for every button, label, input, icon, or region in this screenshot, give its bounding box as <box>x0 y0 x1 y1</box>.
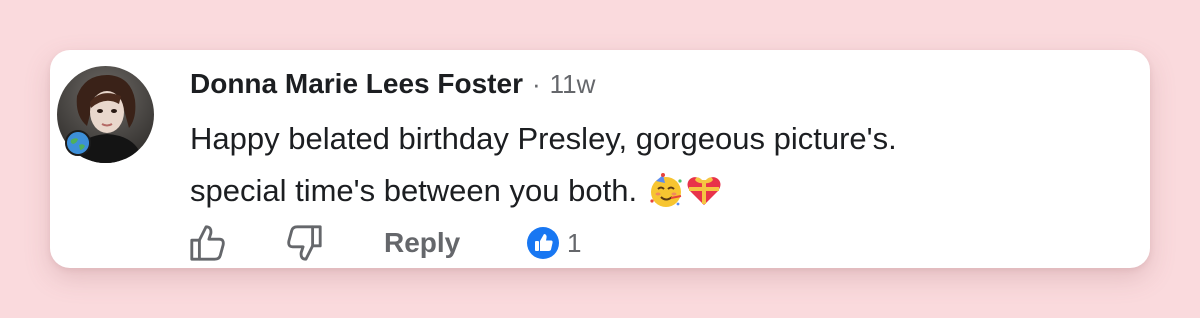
comment-card: Donna Marie Lees Foster · 11w Happy bela… <box>50 50 1150 268</box>
separator-dot: · <box>531 69 541 99</box>
comment-text-line-2: special time's between you both. <box>190 173 638 208</box>
comment-header: Donna Marie Lees Foster · 11w <box>190 68 595 100</box>
heart-with-ribbon-emoji-icon <box>687 177 721 205</box>
partying-face-emoji-icon <box>650 173 682 207</box>
like-button[interactable] <box>188 222 226 264</box>
comment-text-line-1: Happy belated birthday Presley, gorgeous… <box>190 121 897 156</box>
reply-label: Reply <box>384 227 461 258</box>
like-reaction-badge-icon <box>527 227 559 259</box>
reaction-count: 1 <box>567 227 582 258</box>
dislike-button[interactable] <box>286 222 324 264</box>
globe-icon <box>65 130 91 156</box>
avatar-container[interactable] <box>57 66 154 163</box>
comment-text: Happy belated birthday Presley, gorgeous… <box>190 113 1090 217</box>
thumbs-down-outline-icon <box>287 225 322 261</box>
author-name[interactable]: Donna Marie Lees Foster <box>190 68 523 100</box>
reply-button[interactable]: Reply <box>384 222 460 264</box>
comment-actions: Reply 1 <box>188 222 668 264</box>
reaction-summary[interactable]: 1 <box>526 222 581 264</box>
timestamp[interactable]: 11w <box>550 69 596 100</box>
thumbs-up-outline-icon <box>190 225 225 261</box>
